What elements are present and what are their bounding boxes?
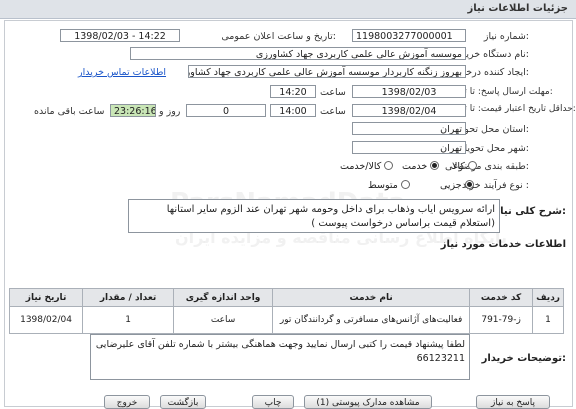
city-label: شهر محل تحویل: [460,143,529,154]
cell-date: 1398/02/04 [8,306,84,334]
announce-datetime-field: 1398/02/03 - 14:22 [60,29,180,42]
announce-datetime-label: تاریخ و ساعت اعلان عمومی: [221,31,336,42]
services-table: ردیف کد خدمت نام خدمت واحد اندازه گیری ت… [8,288,564,334]
services-section-title: اطلاعات خدمات مورد نیاز [440,239,566,250]
category-option-goods-service-label: کالا/خدمت [340,161,382,172]
requester-field: بهروز زنگنه کاربردار موسسه آموزش عالی عل… [188,65,466,78]
col-name: نام خدمت [272,288,471,307]
category-option-service-label: خدمت [402,161,428,172]
need-number-field: 1198003277000001 [352,29,466,42]
province-field: تهران [352,122,466,135]
validity-time-field: 14:00 [270,104,316,117]
category-goods-service-radio[interactable] [384,161,394,170]
category-option-service[interactable]: خدمت [402,161,440,172]
col-date: تاریخ نیاز [8,288,84,307]
col-code: کد خدمت [469,288,534,307]
deadline-time-field: 14:20 [270,85,316,98]
col-index: ردیف [532,288,564,307]
buyer-org-field: موسسه آموزش عالی علمی کاربردی جهاد کشاور… [130,47,466,60]
category-goods-radio[interactable] [467,161,477,170]
process-medium-radio[interactable] [400,180,410,189]
process-minor-radio[interactable] [464,180,474,189]
category-option-goods-label: کالا [452,161,465,172]
category-option-goods-service[interactable]: کالا/خدمت [340,161,394,172]
general-description-box: ارائه سرویس ایاب وذهاب برای داخل وحومه ش… [128,199,500,233]
remaining-time-field: 23:26:16 [110,104,156,117]
general-description-label: شرح کلی نیاز: [494,206,566,217]
buyer-notes-box: لطفا پیشنهاد قیمت را کتبی ارسال نمایید و… [90,334,470,380]
page-title: جزئیات اطلاعات نیاز [467,3,568,14]
deadline-date-field: 1398/02/03 [352,85,466,98]
city-field: تهران [352,141,466,154]
validity-date-field: 1398/02/04 [352,104,466,117]
process-option-medium[interactable]: متوسط [368,180,410,191]
validity-days-label: روز و [159,106,181,117]
col-qty: تعداد / مقدار [82,288,175,307]
process-option-minor[interactable]: جزیی [440,180,474,191]
cell-index: 1 [532,306,564,334]
table-row: 1 ز-79-791 فعالیت‌های آژانس‌های مسافرتی … [8,306,564,334]
process-option-minor-label: جزیی [440,180,462,191]
need-number-label: شماره نیاز: [483,31,529,42]
process-option-medium-label: متوسط [368,180,398,191]
cell-code: ز-79-791 [469,306,534,334]
cell-name: فعالیت‌های آژانس‌های مسافرتی و گردانندگا… [272,306,471,334]
validity-days-field: 0 [186,104,266,117]
category-service-radio[interactable] [430,161,440,170]
remaining-time-label: ساعت باقی مانده [34,106,105,117]
category-option-goods[interactable]: کالا [452,161,477,172]
validity-time-label: ساعت [320,106,346,117]
cell-unit: ساعت [173,306,274,334]
buyer-notes-label: توضیحات خریدار: [481,353,566,364]
col-unit: واحد اندازه گیری [173,288,274,307]
services-header-row: ردیف کد خدمت نام خدمت واحد اندازه گیری ت… [8,288,564,307]
deadline-time-label: ساعت [320,87,346,98]
buyer-contact-link[interactable]: اطلاعات تماس خریدار [78,67,166,78]
page-header: جزئیات اطلاعات نیاز [0,0,576,19]
cell-qty: 1 [82,306,175,334]
